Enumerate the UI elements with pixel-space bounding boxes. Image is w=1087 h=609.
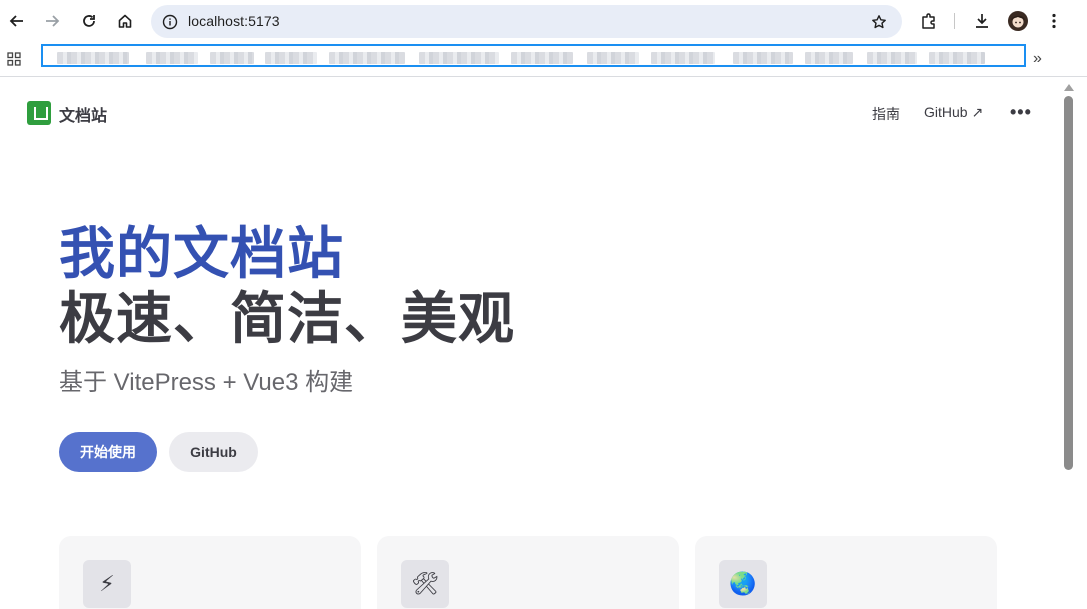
bookmark-item[interactable] — [805, 52, 853, 64]
globe-icon: 🌏 — [719, 560, 767, 608]
bookmark-item[interactable] — [265, 52, 317, 64]
browser-toolbar: localhost:5173 — [0, 0, 1087, 42]
site-logo-icon[interactable] — [27, 101, 51, 125]
feature-card[interactable]: ⚡ — [59, 536, 361, 609]
download-icon[interactable] — [970, 9, 994, 33]
site-navbar: 文档站 指南 GitHub ↗ ••• — [0, 78, 1062, 142]
bookmark-item[interactable] — [929, 52, 985, 64]
github-button[interactable]: GitHub — [169, 432, 258, 472]
site-info-icon[interactable] — [159, 11, 181, 33]
bookmark-item[interactable] — [587, 52, 639, 64]
menu-kebab-icon[interactable] — [1042, 9, 1066, 33]
feature-card[interactable]: 🛠 — [377, 536, 679, 609]
home-icon[interactable] — [113, 9, 137, 33]
bookmark-item[interactable] — [146, 52, 198, 64]
bookmark-item[interactable] — [210, 52, 254, 64]
bookmark-item[interactable] — [57, 52, 129, 64]
hero-text: 极速、简洁、美观 — [59, 287, 515, 350]
bookmark-item[interactable] — [511, 52, 573, 64]
bookmark-item[interactable] — [733, 52, 793, 64]
address-bar[interactable]: localhost:5173 — [151, 5, 902, 38]
chevron-double-right-icon[interactable]: » — [1033, 50, 1042, 68]
feature-card[interactable]: 🌏 — [695, 536, 997, 609]
hero-tagline: 基于 VitePress + Vue3 构建 — [59, 369, 354, 396]
page-viewport: 文档站 指南 GitHub ↗ ••• 我的文档站 极速、简洁、美观 基于 Vi… — [0, 78, 1062, 609]
profile-avatar[interactable] — [1006, 9, 1030, 33]
more-icon[interactable]: ••• — [1010, 102, 1032, 123]
scroll-up-arrow-icon[interactable] — [1064, 84, 1074, 91]
forward-icon[interactable] — [40, 9, 64, 33]
url-text[interactable]: localhost:5173 — [188, 13, 280, 29]
extensions-icon[interactable] — [917, 9, 941, 33]
site-title[interactable]: 文档站 — [59, 102, 107, 126]
bookmark-item[interactable] — [419, 52, 499, 64]
reload-icon[interactable] — [77, 9, 101, 33]
bookmarks-region-highlight — [41, 44, 1026, 67]
bookmark-item[interactable] — [651, 52, 715, 64]
toolbar-separator — [954, 13, 955, 29]
nav-link-guide[interactable]: 指南 — [872, 104, 900, 124]
apps-grid-icon[interactable] — [6, 51, 24, 69]
bookmark-star-icon[interactable] — [868, 11, 890, 33]
tools-icon: 🛠 — [401, 560, 449, 608]
nav-link-github[interactable]: GitHub ↗ — [924, 104, 983, 121]
scrollbar-thumb[interactable] — [1064, 96, 1073, 470]
bookmarks-bar: » — [0, 42, 1087, 77]
bookmark-item[interactable] — [329, 52, 405, 64]
hero-name: 我的文档站 — [59, 222, 344, 285]
back-icon[interactable] — [5, 9, 29, 33]
lightning-icon: ⚡ — [83, 560, 131, 608]
bookmark-item[interactable] — [867, 52, 917, 64]
get-started-button[interactable]: 开始使用 — [59, 432, 157, 472]
